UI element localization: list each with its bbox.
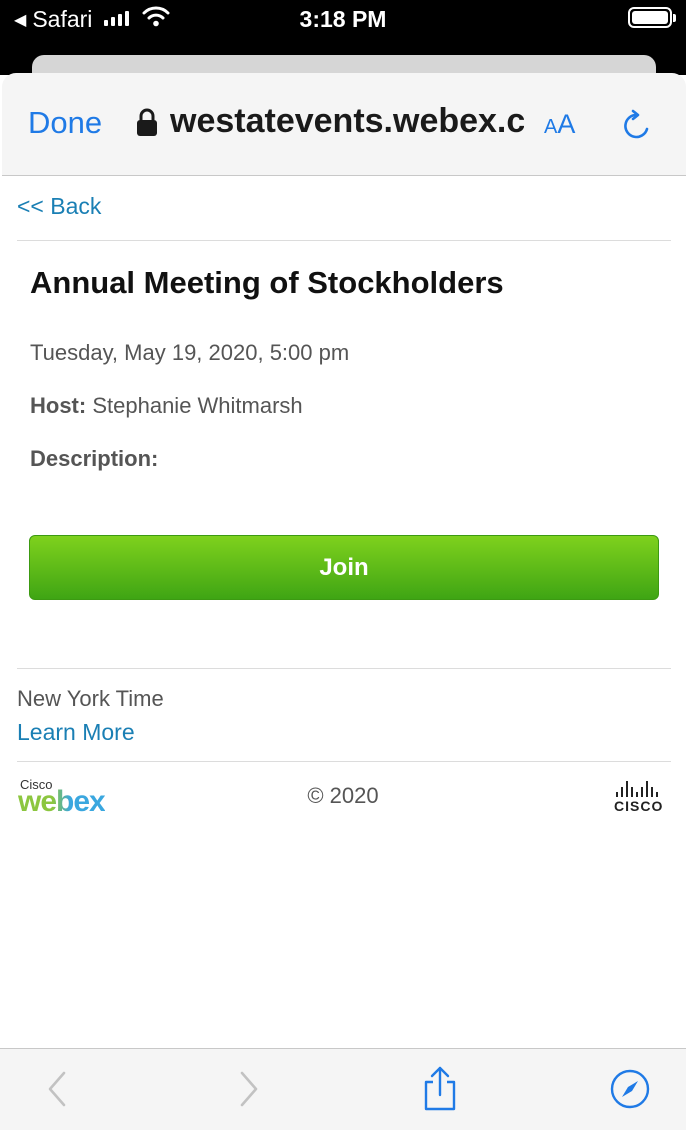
host-name: Stephanie Whitmarsh xyxy=(92,393,303,418)
text-size-button[interactable]: AA xyxy=(544,109,575,140)
status-time: 3:18 PM xyxy=(299,6,387,32)
back-arrow-icon[interactable] xyxy=(38,1069,78,1109)
divider xyxy=(17,668,671,669)
host-line: Host: Stephanie Whitmarsh xyxy=(30,393,303,419)
text-size-small-label: A xyxy=(544,116,558,138)
reload-icon[interactable] xyxy=(620,109,654,143)
battery-icon xyxy=(628,7,676,28)
copyright-text: © 2020 xyxy=(307,783,379,808)
cisco-logo-word: CISCO xyxy=(614,798,664,814)
timezone-text: New York Time xyxy=(17,686,164,711)
divider xyxy=(17,761,671,762)
compass-icon[interactable] xyxy=(610,1069,650,1109)
forward-arrow-icon[interactable] xyxy=(228,1069,268,1109)
divider xyxy=(17,240,671,241)
event-datetime: Tuesday, May 19, 2020, 5:00 pm xyxy=(30,340,350,365)
description-label: Description: xyxy=(30,446,159,471)
bottom-toolbar xyxy=(0,1048,686,1130)
text-size-large-label: A xyxy=(557,109,576,139)
share-icon[interactable] xyxy=(420,1065,460,1111)
host-label: Host: xyxy=(30,393,87,418)
done-button[interactable]: Done xyxy=(28,105,102,141)
lock-icon xyxy=(137,108,157,136)
browser-header: Done westatevents.webex.com AA xyxy=(2,73,686,176)
url-display[interactable]: westatevents.webex.com xyxy=(170,102,524,141)
cisco-bars-icon xyxy=(616,780,670,797)
back-link[interactable]: << Back xyxy=(17,193,101,220)
join-button[interactable]: Join xyxy=(29,535,659,600)
cisco-logo: CISCO xyxy=(614,780,670,816)
learn-more-link[interactable]: Learn More xyxy=(17,719,135,746)
page-title: Annual Meeting of Stockholders xyxy=(30,265,504,300)
